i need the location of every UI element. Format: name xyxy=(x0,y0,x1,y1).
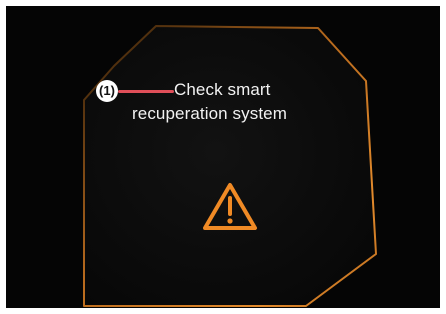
callout-marker: (1) xyxy=(96,80,118,102)
instrument-display: (1) Check smart recuperation system xyxy=(6,6,440,308)
message-line-1: Check smart xyxy=(174,80,271,99)
message-line-2: recuperation system xyxy=(132,104,287,123)
warning-message: Check smart recuperation system xyxy=(132,78,352,126)
warning-triangle-icon xyxy=(203,183,257,230)
display-panel-outline xyxy=(83,25,377,307)
